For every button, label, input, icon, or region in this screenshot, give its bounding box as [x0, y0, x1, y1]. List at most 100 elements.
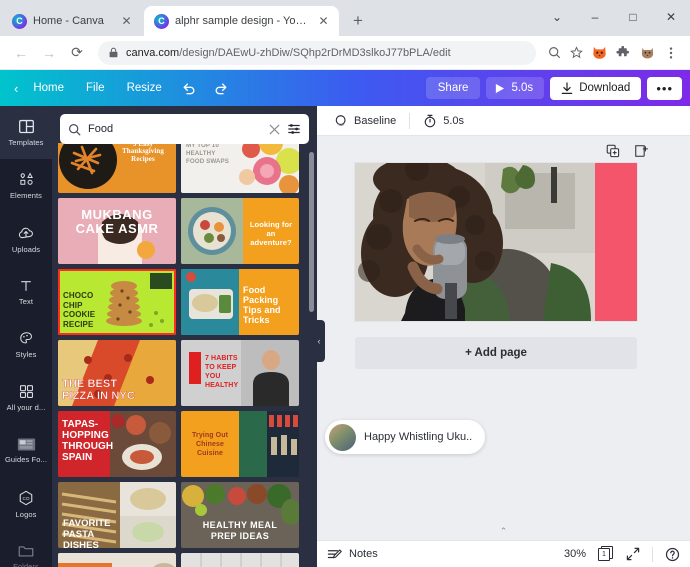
forward-arrow-icon[interactable]: →	[36, 40, 62, 66]
sidebar-item-templates[interactable]: Templates	[0, 106, 52, 159]
template-thumbnail[interactable]: FAVORITE PASTA DISHES	[58, 482, 176, 548]
tab-close-icon[interactable]: ✕	[316, 14, 331, 29]
design-page-1[interactable]	[355, 163, 637, 321]
search-icon[interactable]	[544, 43, 564, 63]
undo-icon[interactable]	[176, 76, 202, 100]
duplicate-page-icon[interactable]	[606, 144, 620, 158]
download-icon	[561, 81, 573, 94]
download-button[interactable]: Download	[550, 76, 642, 100]
baseline-circle-icon	[335, 114, 346, 126]
sidebar-label: Guides Fo...	[4, 455, 48, 464]
sidebar-item-text[interactable]: Text	[0, 265, 52, 318]
canvas-status-bar: Notes 30% 1	[317, 540, 690, 567]
guides-folder-icon	[17, 438, 35, 451]
template-thumbnail[interactable]: Looking for an adventure?	[181, 198, 299, 264]
add-page-icon[interactable]	[634, 144, 648, 158]
canvas-scroll-region: + Add page Happy Whistling Uku...	[317, 136, 690, 536]
download-label: Download	[579, 82, 631, 94]
template-thumbnail[interactable]: 7 HABITS TO KEEP YOU HEALTHY	[181, 340, 299, 406]
cat-extension-icon[interactable]	[636, 42, 658, 64]
page-duration-button[interactable]: 5.0s	[418, 111, 469, 131]
template-thumbnail[interactable]: MY TOP	[58, 553, 176, 567]
canva-toolbar-left: ‹ Home File Resize	[6, 76, 236, 100]
sidebar-label: Uploads	[11, 244, 41, 254]
browser-tab-bar: C Home - Canva ✕ C alphr sample design -…	[0, 0, 690, 36]
elements-icon	[19, 172, 33, 185]
search-area: Food	[52, 106, 317, 150]
fullscreen-icon[interactable]	[626, 547, 640, 561]
duration-button[interactable]: 5.0s	[486, 77, 545, 99]
canva-favicon-icon: C	[154, 13, 169, 29]
minimize-icon[interactable]: –	[576, 0, 614, 34]
scroll-up-chevron-icon[interactable]: ⌃	[500, 526, 508, 537]
sidebar-label: Templates	[8, 138, 44, 147]
sidebar-label: Styles	[15, 350, 37, 359]
sidebar-item-all-your-designs[interactable]: All your d...	[0, 371, 52, 424]
puzzle-extension-icon[interactable]	[612, 42, 634, 64]
page-number: 1	[598, 548, 610, 561]
add-page-button[interactable]: + Add page	[355, 337, 637, 369]
close-window-icon[interactable]: ✕	[652, 0, 690, 34]
back-chevron-icon[interactable]: ‹	[6, 77, 21, 100]
sidebar-item-uploads[interactable]: Uploads	[0, 212, 52, 265]
address-bar[interactable]: canva.com/design/DAEwU-zhDiw/SQhp2rDrMD3…	[98, 40, 536, 65]
sidebar-label: Text	[18, 296, 34, 306]
audio-track-chip[interactable]: Happy Whistling Uku...	[325, 420, 485, 454]
notes-button[interactable]: Notes	[327, 547, 378, 562]
audio-track-name: Happy Whistling Uku...	[364, 431, 473, 443]
browser-tab-1[interactable]: C alphr sample design - YouTube T ✕	[144, 6, 339, 36]
lock-icon	[109, 47, 118, 58]
template-title: THE BEST PIZZA IN NYC	[62, 378, 135, 402]
sidebar-item-logos[interactable]: CO Logos	[0, 477, 52, 530]
zoom-level[interactable]: 30%	[564, 548, 586, 560]
sidebar-item-guides-folder[interactable]: Guides Fo...	[0, 424, 52, 477]
search-box[interactable]: Food	[60, 114, 309, 144]
template-thumbnail[interactable]: Food Packing Tips and Tricks	[181, 269, 299, 335]
bookmark-star-icon[interactable]	[566, 43, 586, 63]
template-thumbnail-selected[interactable]: CHOCO CHIP COOKIE RECIPE	[58, 269, 176, 335]
fox-extension-icon[interactable]	[588, 42, 610, 64]
template-thumbnail[interactable]: THE BEST PIZZA IN NYC	[58, 340, 176, 406]
template-thumbnail[interactable]: HEALTHY MEAL PREP IDEAS	[181, 482, 299, 548]
back-arrow-icon[interactable]: ←	[8, 40, 34, 66]
new-tab-button[interactable]: +	[345, 8, 371, 34]
maximize-icon[interactable]: □	[614, 0, 652, 34]
template-thumbnail[interactable]: 3 Easy Thanksgiving Recipes	[58, 143, 176, 193]
search-input[interactable]: Food	[88, 123, 262, 135]
template-thumbnail[interactable]: MUKBANG CAKE ASMR	[58, 198, 176, 264]
styles-palette-icon	[19, 332, 32, 344]
tab-close-icon[interactable]: ✕	[119, 14, 134, 29]
template-thumbnail[interactable]: MY TOP 10 HEALTHY FOOD SWAPS	[181, 143, 299, 193]
collapse-panel-button[interactable]: ‹	[313, 320, 325, 362]
sidebar-label: Logos	[15, 509, 37, 519]
page-count-button[interactable]: 1	[598, 546, 614, 562]
template-thumbnail[interactable]: Trying Out Chinese Cuisine	[181, 411, 299, 477]
browser-tab-0[interactable]: C Home - Canva ✕	[2, 6, 142, 36]
filter-sliders-icon[interactable]	[287, 122, 301, 136]
template-title: Food Packing Tips and Tricks	[243, 285, 281, 325]
sidebar-item-elements[interactable]: Elements	[0, 159, 52, 212]
baseline-button[interactable]: Baseline	[329, 111, 401, 131]
window-controls: ⌄ – □ ✕	[538, 0, 690, 34]
templates-scrollbar[interactable]	[309, 152, 314, 312]
baseline-label: Baseline	[354, 114, 397, 127]
uploads-cloud-icon	[18, 227, 33, 238]
reload-icon[interactable]: ⟳	[64, 40, 90, 66]
template-thumbnail[interactable]: SHOWSTOPPING DESSERTS	[181, 553, 299, 567]
file-menu-button[interactable]: File	[76, 77, 115, 99]
help-question-icon[interactable]	[665, 547, 680, 562]
home-menu-button[interactable]: Home	[23, 77, 74, 99]
chevron-down-icon[interactable]: ⌄	[538, 0, 576, 34]
template-thumbnail[interactable]: TAPAS-HOPPING THROUGH SPAIN	[58, 411, 176, 477]
share-button[interactable]: Share	[425, 77, 481, 99]
resize-button[interactable]: Resize	[117, 77, 172, 99]
canvas-area: Baseline 5.0s + Add page Happy Whistling…	[317, 106, 690, 567]
chrome-menu-icon[interactable]	[660, 42, 682, 64]
sidebar-item-styles[interactable]: Styles	[0, 318, 52, 371]
clear-x-icon[interactable]	[269, 123, 280, 135]
sidebar-item-folders[interactable]: Folders	[0, 530, 52, 567]
more-options-button[interactable]: •••	[647, 76, 682, 100]
templates-panel: Food 3 Easy Thanksgiving Recipes MY TOP …	[52, 106, 317, 567]
redo-icon[interactable]	[208, 76, 234, 100]
page-tools	[606, 144, 648, 158]
